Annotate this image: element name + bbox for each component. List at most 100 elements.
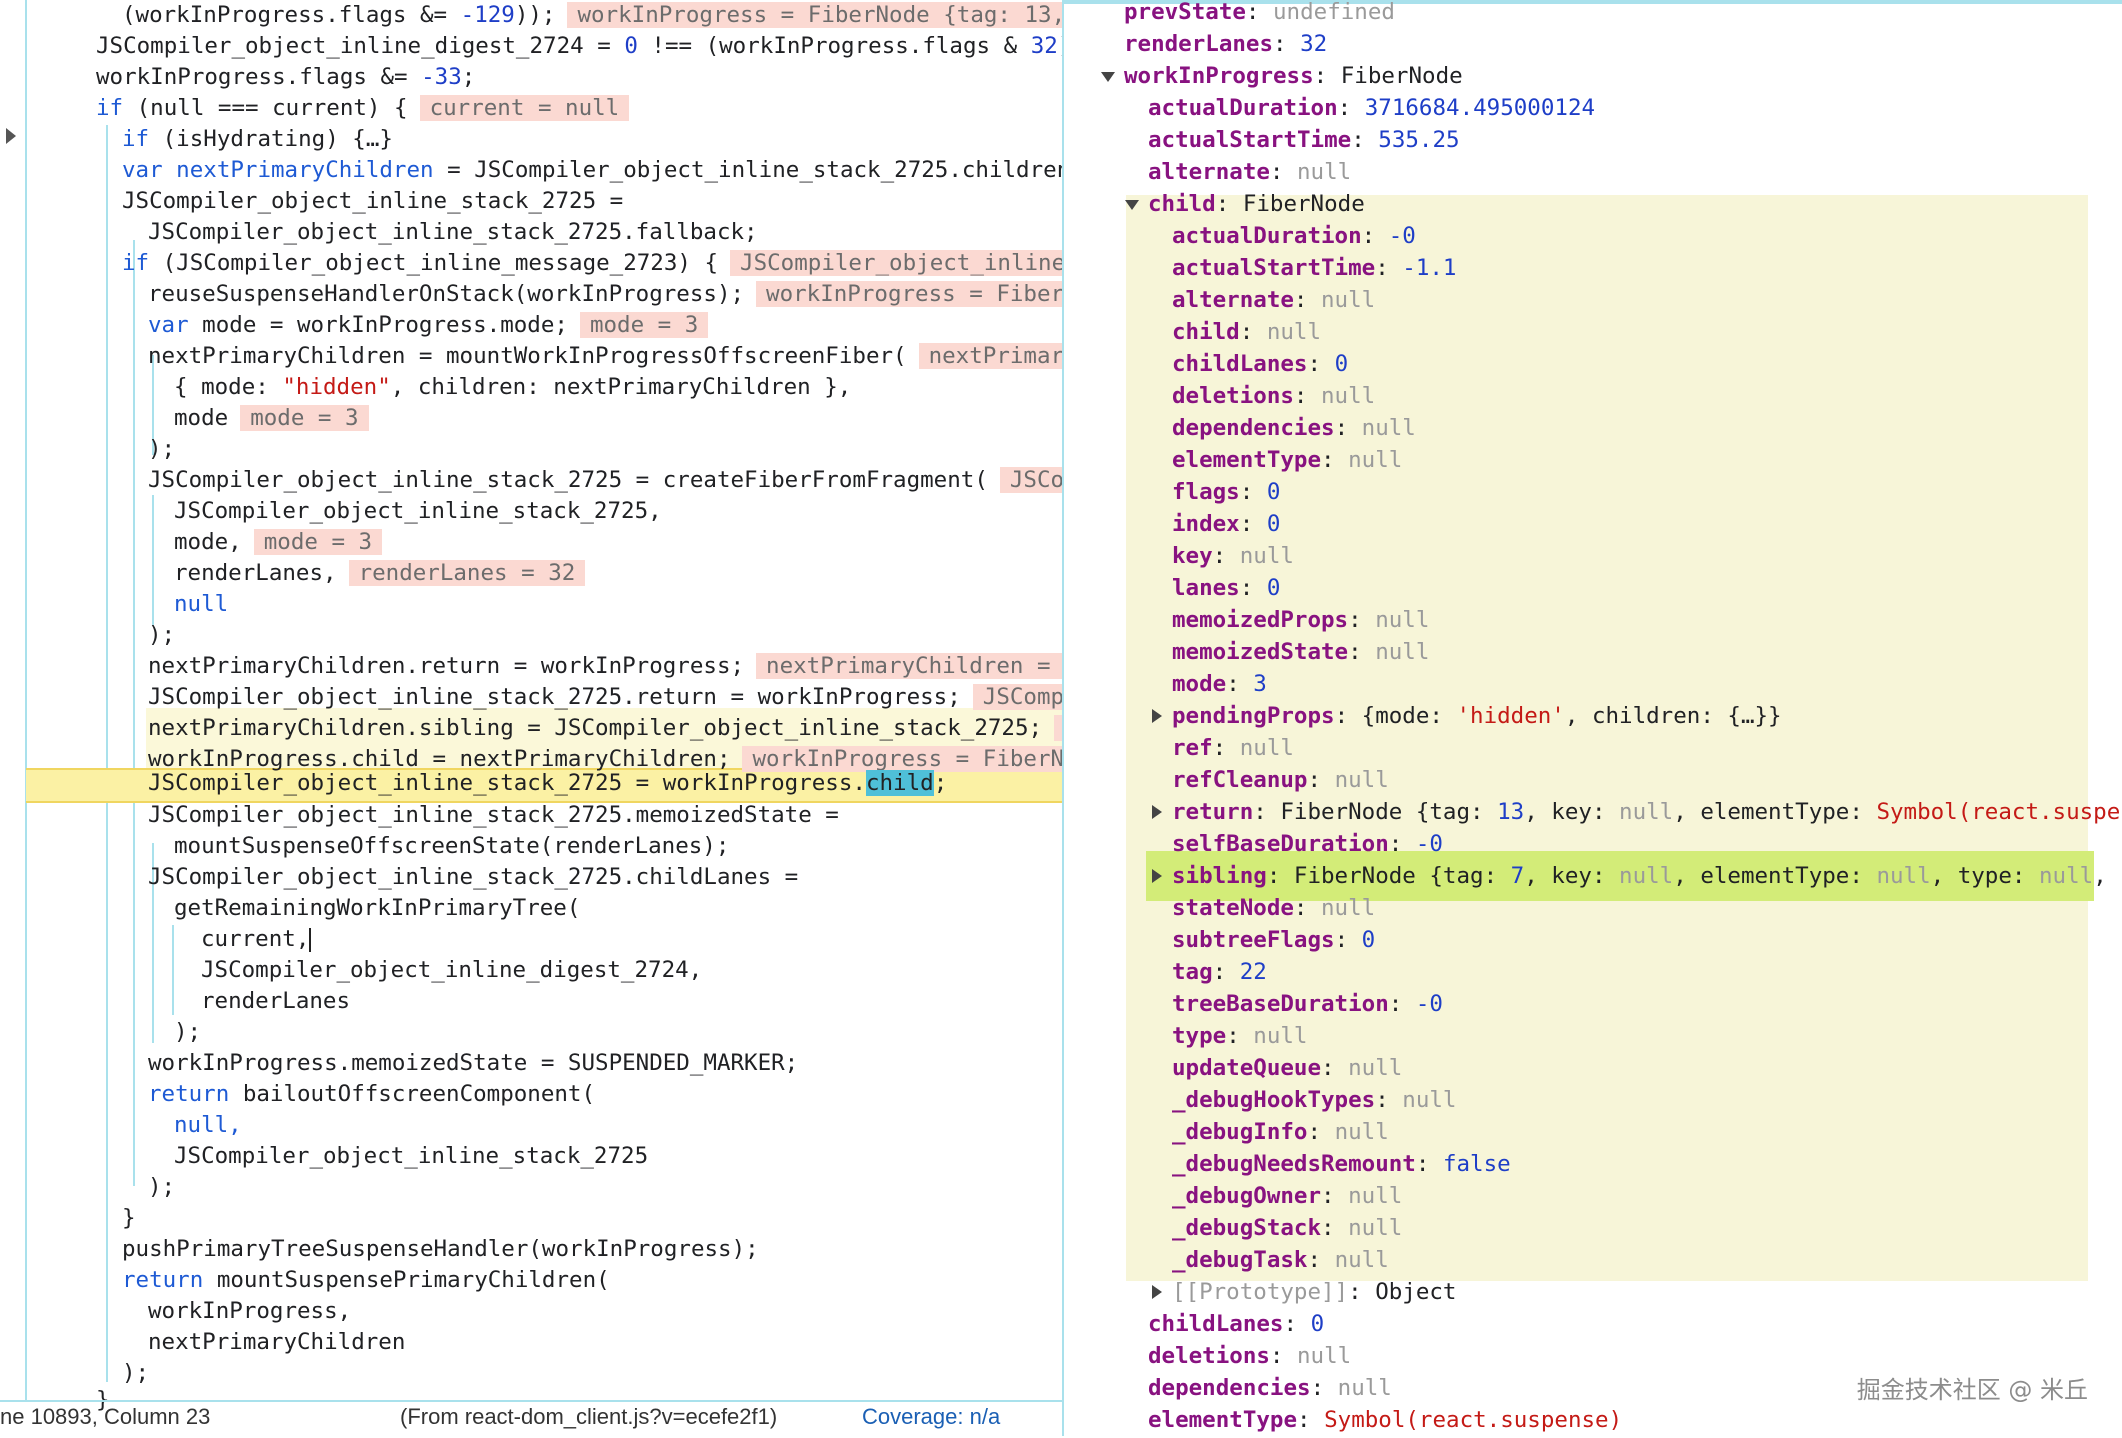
scope-value: -0	[1388, 223, 1416, 249]
collapse-arrow-icon[interactable]	[1125, 200, 1139, 210]
scope-row[interactable]: tag: 22	[1172, 957, 1267, 988]
scope-row[interactable]: deletions: null	[1172, 381, 1375, 412]
scope-row[interactable]: _debugTask: null	[1172, 1245, 1389, 1276]
scope-row[interactable]: treeBaseDuration: -0	[1172, 989, 1443, 1020]
inline-value[interactable]: renderLanes = 32	[348, 560, 586, 586]
code-text: JSCompiler_object_inline_stack_2725	[174, 1143, 649, 1169]
code-text: JSCompiler_object_inline_stack_2725 =	[122, 188, 624, 214]
scope-row[interactable]: renderLanes: 32	[1124, 29, 1327, 60]
scope-value: null	[1321, 287, 1376, 313]
scope-key: tag	[1172, 959, 1213, 985]
code-text: JSCompiler_object_inline_stack_2725.retu…	[148, 684, 961, 710]
scope-row[interactable]: flags: 0	[1172, 477, 1280, 508]
collapse-arrow-icon[interactable]	[1101, 72, 1115, 82]
inline-value[interactable]: JSCompiler_object_inline_	[730, 250, 1062, 276]
scope-row[interactable]: _debugOwner: null	[1172, 1181, 1402, 1212]
code-text: mountSuspenseOffscreenState(renderLanes)…	[174, 833, 730, 859]
code-text: ;	[933, 770, 948, 796]
inline-value[interactable]: mode = 3	[240, 405, 369, 431]
expand-arrow-icon[interactable]	[1152, 1285, 1162, 1299]
scope-row[interactable]: elementType: Symbol(react.suspense)	[1148, 1405, 1622, 1436]
code-line: JSCompiler_object_inline_stack_2725	[174, 1141, 648, 1172]
inline-value[interactable]: nextPrimary	[918, 343, 1062, 369]
inline-value[interactable]: nextPrimaryChildren = F	[756, 653, 1062, 679]
scope-row[interactable]: childLanes: 0	[1148, 1309, 1324, 1340]
scope-value: , key:	[1524, 863, 1620, 889]
code-keyword: null	[174, 591, 229, 617]
scope-row[interactable]: dependencies: null	[1172, 413, 1416, 444]
scope-value: 0	[1266, 511, 1281, 537]
inline-value[interactable]: JSCompi	[972, 684, 1062, 710]
scope-row[interactable]: lanes: 0	[1172, 573, 1280, 604]
fold-arrow-icon[interactable]	[6, 128, 16, 144]
scope-row[interactable]: actualDuration: 3716684.495000124	[1148, 93, 1595, 124]
source-file-label[interactable]: (From react-dom_client.js?v=ecefe2f1)	[400, 1404, 777, 1430]
scope-row[interactable]: pendingProps: {mode: 'hidden', children:…	[1172, 701, 1782, 732]
selected-token[interactable]: child	[865, 770, 934, 796]
inline-value[interactable]: mode = 3	[579, 312, 709, 338]
expand-arrow-icon[interactable]	[1152, 709, 1162, 723]
scope-row[interactable]: child: FiberNode	[1148, 189, 1365, 220]
scope-row[interactable]: dependencies: null	[1148, 1373, 1392, 1404]
scope-row[interactable]: subtreeFlags: 0	[1172, 925, 1375, 956]
expand-arrow-icon[interactable]	[1152, 869, 1162, 883]
code-line: if (null === current) {current = null	[96, 93, 630, 124]
code-line: if (isHydrating) {…}	[122, 124, 393, 155]
scope-row[interactable]: childLanes: 0	[1172, 349, 1348, 380]
inline-value[interactable]: workInProgress = FiberN	[756, 281, 1062, 307]
scope-row[interactable]: key: null	[1172, 541, 1294, 572]
coverage-link[interactable]: Coverage: n/a	[862, 1404, 1000, 1430]
scope-row[interactable]: alternate: null	[1148, 157, 1351, 188]
scope-row[interactable]: stateNode: null	[1172, 893, 1375, 924]
code-keyword: return	[148, 1081, 230, 1107]
scope-row[interactable]: type: null	[1172, 1021, 1307, 1052]
inline-value[interactable]: mode = 3	[253, 529, 383, 555]
code-keyword: var	[122, 157, 163, 183]
code-text: );	[148, 1174, 176, 1200]
scope-row[interactable]: ref: null	[1172, 733, 1294, 764]
code-text: nextPrimaryChildren	[148, 1329, 406, 1355]
scope-row[interactable]: child: null	[1172, 317, 1321, 348]
scope-row[interactable]: mode: 3	[1172, 669, 1267, 700]
code-line: var mode = workInProgress.mode; mode = 3	[148, 310, 709, 341]
scope-key: elementType	[1172, 447, 1322, 473]
scope-row[interactable]: elementType: null	[1172, 445, 1402, 476]
scope-row[interactable]: _debugNeedsRemount: false	[1172, 1149, 1511, 1180]
scope-row[interactable]: refCleanup: null	[1172, 765, 1389, 796]
scope-row[interactable]: [[Prototype]]: Object	[1172, 1277, 1456, 1308]
scope-row[interactable]: alternate: null	[1172, 285, 1375, 316]
scope-row[interactable]: actualStartTime: 535.25	[1148, 125, 1460, 156]
inline-value[interactable]: workInProgress = FiberNode {tag: 13,	[567, 2, 1062, 28]
scope-row[interactable]: actualStartTime: -1.1	[1172, 253, 1456, 284]
code-line: return mountSuspensePrimaryChildren(	[122, 1265, 610, 1296]
source-code-pane[interactable]: (workInProgress.flags &= -129)); workInPr…	[0, 0, 1062, 1436]
code-text: = JSCompiler_object_inline_stack_2725.ch…	[433, 157, 1062, 183]
scope-row[interactable]: memoizedState: null	[1172, 637, 1429, 668]
scope-value-null: null	[2039, 863, 2094, 889]
scope-row-sibling[interactable]: sibling: FiberNode {tag: 7, key: null, e…	[1172, 861, 2122, 892]
indent-guide	[106, 125, 108, 1382]
scope-row[interactable]: selfBaseDuration: -0	[1172, 829, 1443, 860]
scope-row[interactable]: _debugHookTypes: null	[1172, 1085, 1456, 1116]
scope-row[interactable]: _debugStack: null	[1172, 1213, 1402, 1244]
inline-value[interactable]: r	[1054, 715, 1062, 741]
scope-row[interactable]: prevState: undefined	[1124, 0, 1395, 28]
expand-arrow-icon[interactable]	[1152, 805, 1162, 819]
inline-value[interactable]: JSCom	[999, 467, 1062, 493]
scope-row[interactable]: return: FiberNode {tag: 13, key: null, e…	[1172, 797, 2122, 828]
code-text: renderLanes	[201, 988, 351, 1014]
scope-row[interactable]: actualDuration: -0	[1172, 221, 1416, 252]
cursor-position[interactable]: ne 10893, Column 23	[0, 1404, 210, 1430]
scope-row[interactable]: _debugInfo: null	[1172, 1117, 1389, 1148]
scope-row[interactable]: updateQueue: null	[1172, 1053, 1402, 1084]
scope-key: selfBaseDuration	[1172, 831, 1389, 857]
scope-key: return	[1172, 799, 1254, 825]
scope-row[interactable]: workInProgress: FiberNode	[1124, 61, 1463, 92]
code-line: var nextPrimaryChildren = JSCompiler_obj…	[122, 155, 1062, 186]
scope-row[interactable]: index: 0	[1172, 509, 1280, 540]
code-text: mode	[174, 405, 229, 431]
scope-row[interactable]: deletions: null	[1148, 1341, 1351, 1372]
scope-row[interactable]: memoizedProps: null	[1172, 605, 1429, 636]
scope-key: key	[1172, 543, 1213, 569]
inline-value[interactable]: current = null	[419, 95, 630, 121]
